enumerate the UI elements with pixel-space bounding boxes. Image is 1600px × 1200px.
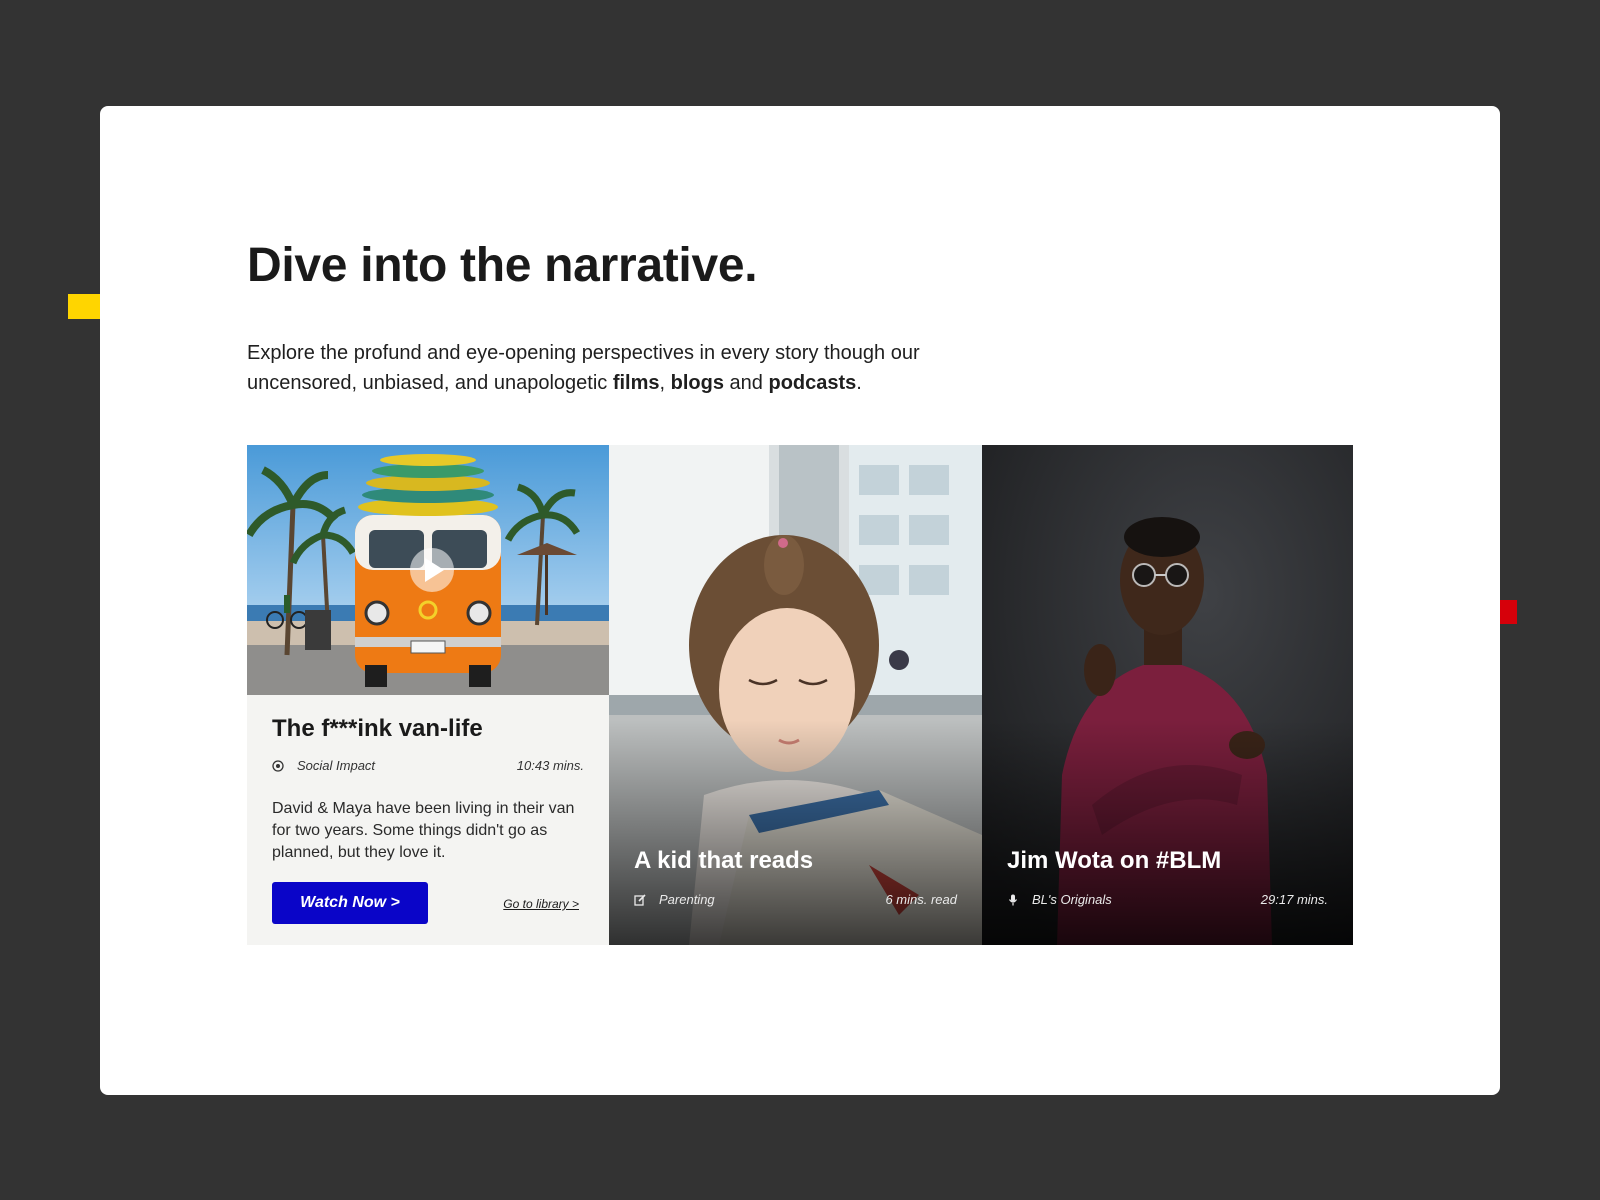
intro-films: films xyxy=(612,372,660,394)
microphone-icon xyxy=(1009,894,1017,906)
watch-now-button[interactable]: Watch Now > xyxy=(272,882,428,924)
story-category[interactable]: Parenting xyxy=(659,891,715,909)
intro-text: Explore the profund and eye-opening pers… xyxy=(247,338,1007,398)
edit-icon xyxy=(634,894,646,906)
story-title[interactable]: The f***ink van-life xyxy=(272,715,483,743)
intro-and: and xyxy=(724,372,769,394)
story-meta: BL's Originals 29:17 mins. xyxy=(1007,891,1328,911)
story-grid: The f***ink van-life Social Impact 10:43… xyxy=(247,445,1353,945)
go-to-library-link[interactable]: Go to library > xyxy=(503,897,579,911)
story-title[interactable]: A kid that reads xyxy=(634,847,813,875)
intro-separator: , xyxy=(659,372,671,394)
page-title: Dive into the narrative. xyxy=(247,239,758,292)
story-title[interactable]: Jim Wota on #BLM xyxy=(1007,847,1221,875)
content-card: Dive into the narrative. Explore the pro… xyxy=(100,106,1500,1095)
van-photo[interactable] xyxy=(247,445,609,695)
story-meta: Parenting 6 mins. read xyxy=(634,891,957,911)
story-overlay: Jim Wota on #BLM BL's Originals 29:17 mi… xyxy=(1007,847,1328,917)
intro-end: . xyxy=(856,372,862,394)
intro-podcasts: podcasts xyxy=(768,372,857,394)
story-meta: Social Impact 10:43 mins. xyxy=(272,757,584,777)
story-duration: 29:17 mins. xyxy=(1260,892,1328,907)
story-category[interactable]: Social Impact xyxy=(297,757,375,775)
story-overlay: A kid that reads Parenting 6 mins. read xyxy=(634,847,957,917)
story-tile-van-life[interactable]: The f***ink van-life Social Impact 10:43… xyxy=(247,445,609,945)
story-category[interactable]: BL's Originals xyxy=(1032,891,1112,909)
target-icon xyxy=(272,760,284,772)
story-tile-kid-reads[interactable]: A kid that reads Parenting 6 mins. read xyxy=(609,445,982,945)
story-duration: 10:43 mins. xyxy=(516,758,584,773)
intro-blogs: blogs xyxy=(670,372,724,394)
story-description: David & Maya have been living in their v… xyxy=(272,800,575,861)
story-tile-jim-wota[interactable]: Jim Wota on #BLM BL's Originals 29:17 mi… xyxy=(982,445,1353,945)
story-duration: 6 mins. read xyxy=(885,892,957,907)
